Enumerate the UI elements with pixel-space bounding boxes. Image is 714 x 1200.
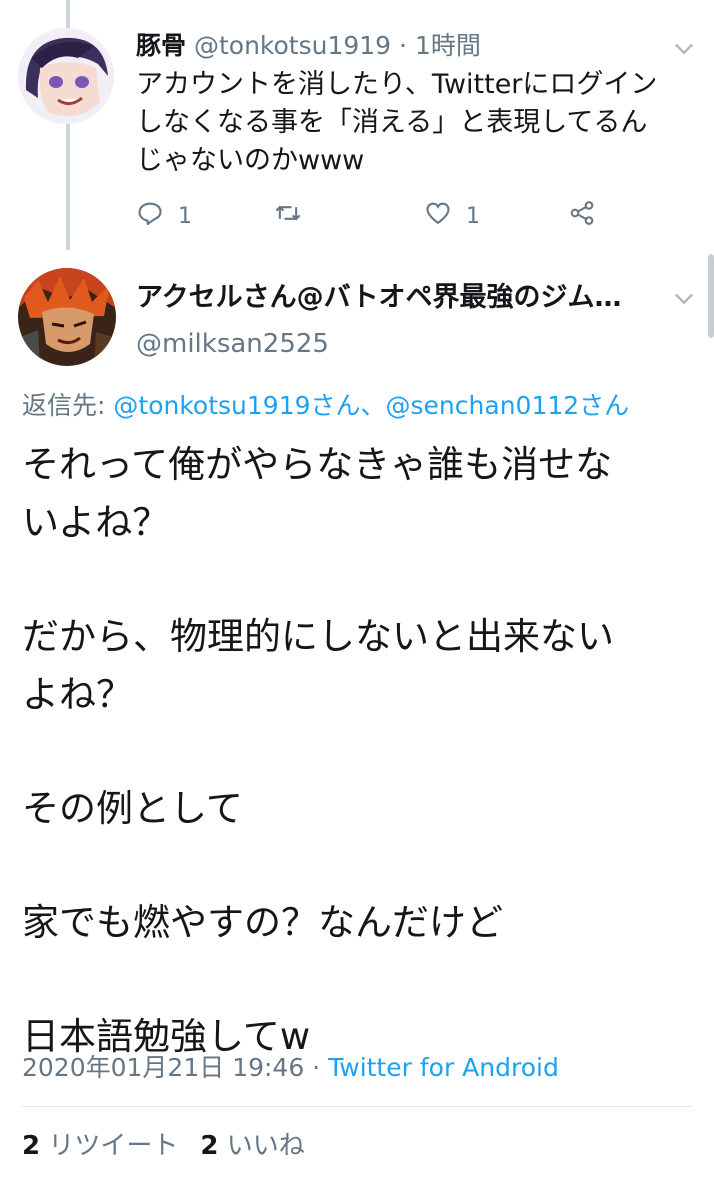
tweet-text: それって俺がやらなきゃ誰も消せな いよね？ だから、物理的にしないと出来ない よ… [22, 436, 702, 1066]
tweet-timestamp: 2020年01月21日 19:46 · Twitter for Android [22, 1050, 559, 1086]
likes-label: いいね [226, 1131, 305, 1161]
engagement-stats: 2 リツイート 2 いいね [22, 1128, 305, 1164]
user-handle[interactable]: @milksan2525 [136, 326, 329, 362]
replying-prefix: 返信先: [22, 391, 106, 420]
display-name[interactable]: 豚骨 [136, 31, 186, 60]
tweet-paragraph: だから、物理的にしないと出来ない よね？ [22, 615, 614, 716]
timestamp-date: 2020年01月21日 19:46 [22, 1053, 305, 1082]
reply-button[interactable]: 1 [136, 198, 192, 234]
avatar[interactable] [18, 28, 114, 124]
like-count: 1 [466, 203, 480, 229]
retweets-count: 2 [22, 1131, 41, 1161]
separator-dot: · [399, 31, 407, 60]
display-name[interactable]: アクセルさん@バトオペ界最強のジム… [136, 280, 656, 316]
user-handle[interactable]: @tonkotsu1919 [194, 31, 391, 60]
relative-time[interactable]: 1時間 [415, 31, 481, 60]
scrollbar[interactable] [708, 254, 714, 338]
tweet-paragraph: 家でも燃やすの？なんだけど [22, 901, 503, 944]
mention-separator: 、 [360, 391, 386, 420]
retweet-button[interactable] [274, 198, 302, 234]
retweets-label: リツイート [48, 1131, 179, 1161]
share-button[interactable] [568, 198, 596, 234]
like-icon [424, 199, 452, 233]
tweet-actions: 1 1 [136, 198, 606, 234]
divider [22, 1106, 692, 1107]
separator-dot: · [312, 1053, 321, 1082]
tweet-paragraph: その例として [22, 787, 243, 830]
chevron-down-icon[interactable] [670, 34, 698, 62]
source-link[interactable]: Twitter for Android [328, 1053, 559, 1082]
likes-stat[interactable]: 2 いいね [200, 1131, 304, 1161]
reply-icon [136, 199, 164, 233]
mention-link[interactable]: @senchan0112さん [386, 391, 630, 420]
chevron-down-icon[interactable] [670, 284, 698, 312]
replying-to: 返信先: @tonkotsu1919さん、@senchan0112さん [22, 388, 629, 424]
avatar[interactable] [18, 268, 116, 366]
like-button[interactable]: 1 [424, 198, 480, 234]
mention-link[interactable]: @tonkotsu1919さん [113, 391, 360, 420]
retweet-icon [274, 199, 302, 233]
reply-count: 1 [178, 203, 192, 229]
tweet-header: 豚骨 @tonkotsu1919 · 1時間 [136, 30, 481, 62]
tweet-text: アカウントを消したり、Twitterにログイン しなくなる事を「消える」と表現し… [136, 69, 658, 176]
likes-count: 2 [200, 1131, 219, 1161]
tweet-paragraph: それって俺がやらなきゃ誰も消せな いよね？ [22, 443, 613, 544]
share-icon [568, 199, 596, 233]
retweets-stat[interactable]: 2 リツイート [22, 1131, 178, 1161]
